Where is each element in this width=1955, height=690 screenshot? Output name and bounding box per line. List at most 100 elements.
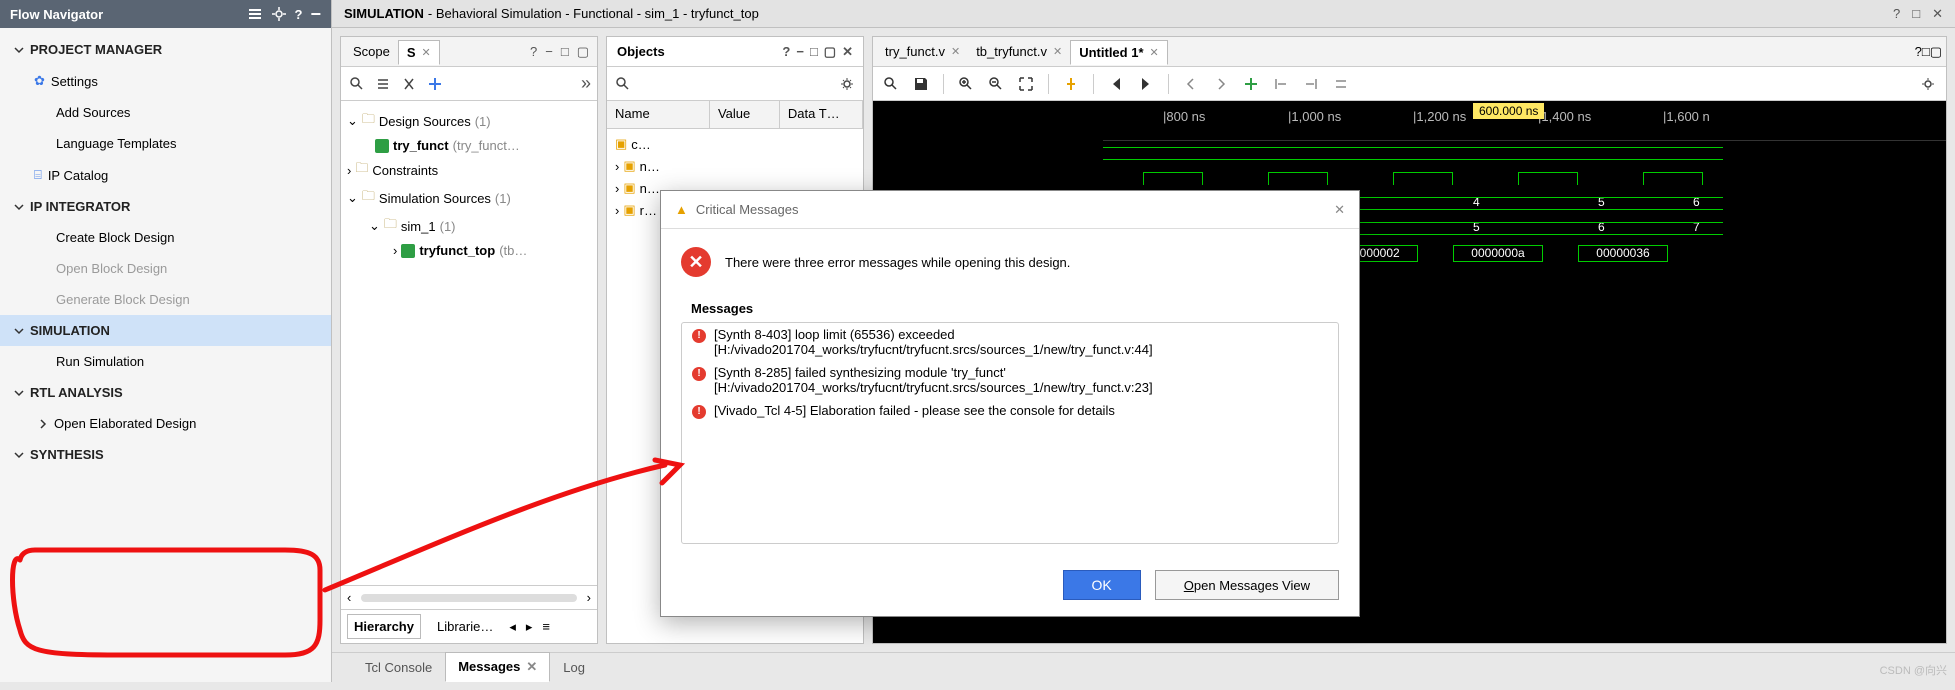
- ip-integrator-category[interactable]: IP INTEGRATOR: [0, 191, 331, 222]
- open-messages-view-button[interactable]: Open Messages View: [1155, 570, 1339, 600]
- toggle-icon[interactable]: [401, 76, 417, 92]
- rtl-analysis-category[interactable]: RTL ANALYSIS: [0, 377, 331, 408]
- libraries-tab[interactable]: Librarie…: [431, 615, 499, 638]
- open-elaborated-design-item[interactable]: Open Elaborated Design: [0, 408, 331, 439]
- open-block-design-item[interactable]: Open Block Design: [0, 253, 331, 284]
- close-icon[interactable]: ✕: [1053, 45, 1062, 58]
- list-item[interactable]: ›▣n…: [611, 155, 859, 177]
- compress-icon[interactable]: [247, 6, 263, 22]
- next-edge-icon[interactable]: [1213, 76, 1229, 92]
- minimize-icon[interactable]: −: [310, 4, 321, 25]
- close-icon[interactable]: ✕: [422, 46, 431, 59]
- maximize-icon[interactable]: □: [1912, 6, 1920, 21]
- help-icon[interactable]: ?: [1893, 6, 1900, 21]
- prev-icon[interactable]: ◂: [509, 619, 516, 635]
- module-icon: [401, 244, 415, 258]
- folder-icon: 🗀: [384, 215, 397, 237]
- simulation-category[interactable]: SIMULATION: [0, 315, 331, 346]
- close-icon[interactable]: ✕: [1932, 6, 1943, 22]
- close-icon[interactable]: ✕: [526, 659, 537, 674]
- close-icon[interactable]: ✕: [951, 45, 960, 58]
- more-icon[interactable]: »: [581, 73, 589, 94]
- list-item[interactable]: ▣c…: [611, 133, 859, 155]
- ip-catalog-item[interactable]: ⌸IP Catalog: [0, 159, 331, 191]
- message-row[interactable]: ! [Synth 8-403] loop limit (65536) excee…: [682, 323, 1338, 361]
- tree-node-design-sources[interactable]: ⌄🗀Design Sources (1): [345, 107, 593, 135]
- search-icon[interactable]: [349, 76, 365, 92]
- pm-category[interactable]: PROJECT MANAGER: [0, 34, 331, 65]
- maximize-icon[interactable]: ▢: [1930, 44, 1942, 60]
- tab-try-funct[interactable]: try_funct.v✕: [877, 40, 968, 63]
- gear-icon[interactable]: [271, 6, 287, 22]
- restore-icon[interactable]: □: [810, 44, 818, 59]
- close-icon[interactable]: ✕: [1334, 202, 1345, 218]
- dialog-title: Critical Messages: [696, 202, 799, 217]
- help-icon[interactable]: ?: [782, 44, 790, 59]
- save-icon[interactable]: [913, 76, 929, 92]
- help-icon[interactable]: ?: [1915, 44, 1922, 59]
- goto-cursor-icon[interactable]: [1063, 76, 1079, 92]
- help-icon[interactable]: ?: [530, 44, 537, 59]
- search-icon[interactable]: [615, 76, 631, 92]
- add-icon[interactable]: [427, 76, 443, 92]
- tree-node-try-funct[interactable]: try_funct (try_funct…: [345, 135, 593, 156]
- gear-icon[interactable]: [839, 76, 855, 92]
- prev-edge-icon[interactable]: [1183, 76, 1199, 92]
- tree-node-sim-sources[interactable]: ⌄🗀Simulation Sources (1): [345, 184, 593, 212]
- gear-icon[interactable]: [1920, 76, 1936, 92]
- minimize-icon[interactable]: −: [796, 44, 804, 59]
- chevron-right-icon: [38, 419, 48, 429]
- tcl-console-tab[interactable]: Tcl Console: [352, 653, 445, 682]
- objects-columns: Name Value Data T…: [607, 101, 863, 129]
- tab-untitled1[interactable]: Untitled 1*✕: [1070, 40, 1168, 65]
- next-marker-icon[interactable]: [1303, 76, 1319, 92]
- col-name[interactable]: Name: [607, 101, 710, 128]
- step-end-icon[interactable]: [1138, 76, 1154, 92]
- restore-icon[interactable]: □: [1922, 44, 1930, 59]
- signal-icon: ▣: [615, 136, 627, 152]
- maximize-icon[interactable]: ▢: [577, 44, 589, 60]
- sim-title-bold: SIMULATION: [344, 6, 424, 21]
- generate-block-design-item[interactable]: Generate Block Design: [0, 284, 331, 315]
- tree-node-sim1[interactable]: ⌄🗀sim_1 (1): [345, 212, 593, 240]
- close-icon[interactable]: ✕: [842, 44, 853, 60]
- step-start-icon[interactable]: [1108, 76, 1124, 92]
- maximize-icon[interactable]: ▢: [824, 44, 836, 60]
- tree-node-constraints[interactable]: ›🗀Constraints: [345, 156, 593, 184]
- scope-tab[interactable]: Scope: [345, 40, 398, 63]
- col-value[interactable]: Value: [710, 101, 780, 128]
- language-templates-item[interactable]: Language Templates: [0, 128, 331, 159]
- add-sources-item[interactable]: Add Sources: [0, 97, 331, 128]
- col-datatype[interactable]: Data T…: [780, 101, 863, 128]
- search-icon[interactable]: [883, 76, 899, 92]
- help-icon[interactable]: ?: [295, 7, 303, 22]
- settings-item[interactable]: ✿Settings: [0, 65, 331, 97]
- prev-marker-icon[interactable]: [1273, 76, 1289, 92]
- swap-icon[interactable]: [1333, 76, 1349, 92]
- message-row[interactable]: ! [Vivado_Tcl 4-5] Elaboration failed - …: [682, 399, 1338, 423]
- messages-tab[interactable]: Messages✕: [445, 652, 550, 682]
- zoom-in-icon[interactable]: [958, 76, 974, 92]
- add-marker-icon[interactable]: [1243, 76, 1259, 92]
- log-tab[interactable]: Log: [550, 653, 598, 682]
- next-icon[interactable]: ▸: [526, 619, 533, 635]
- ok-button[interactable]: OK: [1063, 570, 1141, 600]
- tree-node-tryfunct-top[interactable]: ›tryfunct_top (tb…: [345, 240, 593, 261]
- message-row[interactable]: ! [Synth 8-285] failed synthesizing modu…: [682, 361, 1338, 399]
- signal-icon: ▣: [623, 202, 635, 218]
- zoom-out-icon[interactable]: [988, 76, 1004, 92]
- minimize-icon[interactable]: −: [545, 44, 553, 59]
- zoom-fit-icon[interactable]: [1018, 76, 1034, 92]
- close-icon[interactable]: ✕: [1150, 46, 1159, 59]
- run-simulation-item[interactable]: Run Simulation: [0, 346, 331, 377]
- tab-tb-tryfunct[interactable]: tb_tryfunct.v✕: [968, 40, 1070, 63]
- hierarchy-tab[interactable]: Hierarchy: [347, 614, 421, 639]
- sources-tab[interactable]: S✕: [398, 40, 440, 65]
- create-block-design-item[interactable]: Create Block Design: [0, 222, 331, 253]
- collapse-icon[interactable]: [375, 76, 391, 92]
- restore-icon[interactable]: □: [561, 44, 569, 59]
- vivado-logo-icon: ▲: [675, 202, 688, 217]
- menu-icon[interactable]: ≡: [542, 619, 550, 634]
- synthesis-category[interactable]: SYNTHESIS: [0, 439, 331, 470]
- scrollbar[interactable]: [361, 594, 576, 602]
